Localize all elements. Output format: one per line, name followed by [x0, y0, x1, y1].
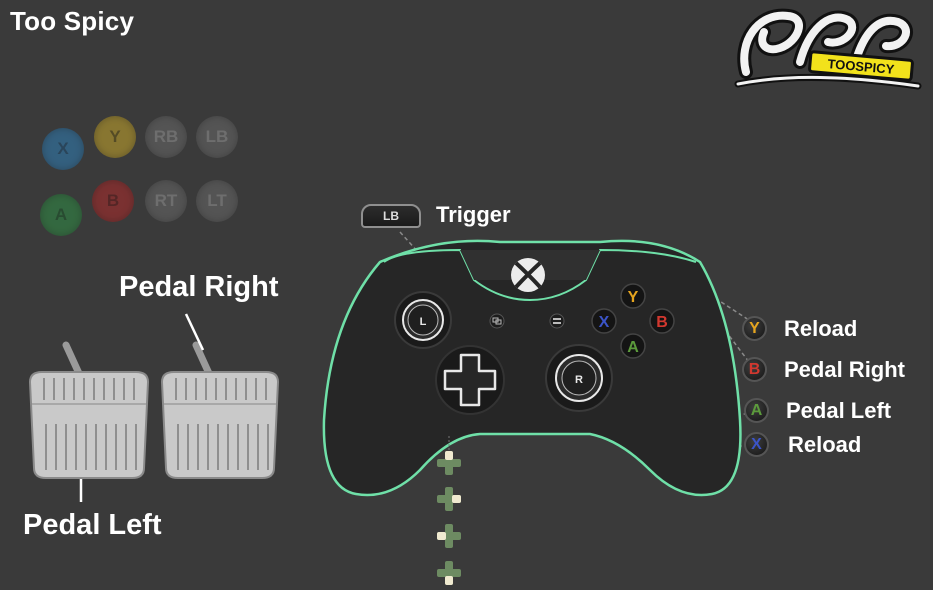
- face-x-label: X: [599, 314, 610, 331]
- map-x-button-icon: X: [744, 432, 769, 457]
- dpad-right-icon: [437, 487, 461, 511]
- face-a-label: A: [627, 339, 639, 356]
- view-button-icon: [489, 313, 505, 329]
- trigger-label: Trigger: [436, 202, 511, 227]
- map-b-label: Pedal Right: [784, 357, 906, 382]
- dpad-down-icon: [437, 561, 461, 585]
- lb-bumper-chip: LB: [361, 204, 421, 228]
- map-x-label: Reload: [788, 432, 862, 457]
- menu-button-icon: [549, 313, 565, 329]
- face-b-label: B: [656, 314, 668, 331]
- map-y-button-icon: Y: [742, 316, 767, 341]
- dpad-up-icon: [437, 451, 461, 475]
- dpad-directions: [437, 451, 461, 585]
- dpad-icon: [435, 345, 505, 415]
- map-button-letter: X: [751, 435, 762, 453]
- right-stick-label: R: [575, 374, 583, 386]
- map-a-button-icon: A: [744, 398, 769, 423]
- right-stick: R: [545, 344, 613, 412]
- dpad-left-icon: [437, 524, 461, 548]
- xbox-controller: L R Y B X A: [322, 231, 759, 585]
- map-button-letter: B: [748, 360, 761, 378]
- map-b-button-icon: B: [742, 357, 767, 382]
- left-stick: L: [394, 291, 452, 349]
- map-button-letter: A: [750, 401, 763, 419]
- face-y-label: Y: [628, 289, 639, 306]
- map-button-letter: Y: [749, 319, 760, 337]
- map-y-label: Reload: [784, 316, 858, 341]
- left-stick-label: L: [420, 316, 427, 328]
- map-a-label: Pedal Left: [786, 398, 892, 423]
